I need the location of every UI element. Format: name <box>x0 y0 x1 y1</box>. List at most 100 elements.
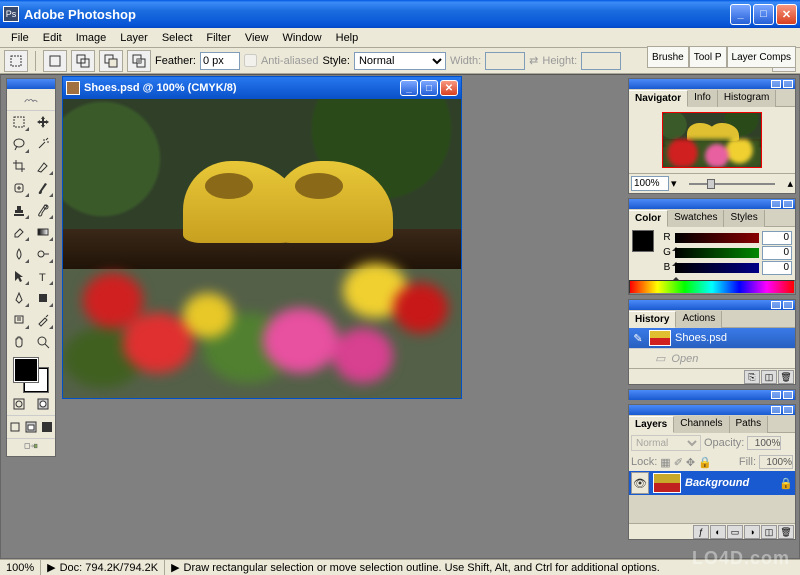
r-slider[interactable] <box>675 233 759 243</box>
dock-brushes-tab[interactable]: Brushe <box>647 46 689 68</box>
move-tool-icon[interactable] <box>31 111 55 133</box>
tab-channels[interactable]: Channels <box>674 416 729 433</box>
history-brush-tool-icon[interactable] <box>31 199 55 221</box>
menu-edit[interactable]: Edit <box>36 30 69 46</box>
layer-name[interactable]: Background <box>685 477 749 489</box>
status-docinfo[interactable]: ▶Doc: 794.2K/794.2K <box>41 560 165 575</box>
r-value-input[interactable] <box>762 231 792 245</box>
healing-tool-icon[interactable] <box>7 177 31 199</box>
trash-icon[interactable]: 🗑 <box>778 370 794 384</box>
doc-maximize-button[interactable]: □ <box>420 80 438 96</box>
imageready-jump-icon[interactable] <box>24 439 38 456</box>
quickmask-on-icon[interactable] <box>31 393 55 415</box>
zoom-out-icon[interactable]: ▾ <box>671 177 677 190</box>
menu-image[interactable]: Image <box>69 30 114 46</box>
tab-paths[interactable]: Paths <box>730 416 769 433</box>
menu-file[interactable]: File <box>4 30 36 46</box>
shape-tool-icon[interactable] <box>31 287 55 309</box>
b-slider[interactable] <box>675 263 759 273</box>
marquee-preset-icon[interactable] <box>4 50 28 72</box>
layer-mask-icon[interactable]: ◐ <box>710 525 726 539</box>
lock-all-icon[interactable]: 🔒 <box>698 456 712 469</box>
panel-minimize-icon[interactable] <box>771 391 781 399</box>
panel-close-icon[interactable] <box>783 80 793 88</box>
lasso-tool-icon[interactable] <box>7 133 31 155</box>
history-brush-source-icon[interactable]: ✎ <box>631 332 645 345</box>
g-value-input[interactable] <box>762 246 792 260</box>
tab-navigator[interactable]: Navigator <box>629 90 688 107</box>
wand-tool-icon[interactable] <box>31 133 55 155</box>
panel-minimize-icon[interactable] <box>771 406 781 414</box>
new-snapshot-icon[interactable]: ◫ <box>761 370 777 384</box>
delete-layer-icon[interactable]: 🗑 <box>778 525 794 539</box>
doc-close-button[interactable]: ✕ <box>440 80 458 96</box>
layer-row-background[interactable]: 👁 Background 🔒 <box>629 471 795 495</box>
document-titlebar[interactable]: Shoes.psd @ 100% (CMYK/8) _ □ ✕ <box>63 77 461 99</box>
menu-window[interactable]: Window <box>276 30 329 46</box>
path-select-tool-icon[interactable] <box>7 265 31 287</box>
panel-minimize-icon[interactable] <box>771 200 781 208</box>
tab-swatches[interactable]: Swatches <box>668 210 724 227</box>
layer-visibility-icon[interactable]: 👁 <box>631 472 649 494</box>
new-layer-icon[interactable]: ◫ <box>761 525 777 539</box>
zoom-in-icon[interactable]: ▴ <box>787 177 793 190</box>
tab-history[interactable]: History <box>629 311 676 328</box>
new-set-icon[interactable]: ▭ <box>727 525 743 539</box>
maximize-button[interactable]: □ <box>753 4 774 25</box>
history-state-row[interactable]: ▭ Open <box>629 348 795 368</box>
gradient-tool-icon[interactable] <box>31 221 55 243</box>
lock-paint-icon[interactable]: ✐ <box>674 456 683 469</box>
b-value-input[interactable] <box>762 261 792 275</box>
doc-minimize-button[interactable]: _ <box>400 80 418 96</box>
style-select[interactable]: Normal <box>354 52 446 70</box>
status-zoom[interactable]: 100% <box>0 560 41 575</box>
lock-move-icon[interactable]: ✥ <box>686 456 695 469</box>
tab-actions[interactable]: Actions <box>676 311 722 328</box>
menu-filter[interactable]: Filter <box>199 30 237 46</box>
tab-histogram[interactable]: Histogram <box>718 90 777 107</box>
panel-close-icon[interactable] <box>783 391 793 399</box>
zoom-tool-icon[interactable] <box>31 331 55 353</box>
eraser-tool-icon[interactable] <box>7 221 31 243</box>
color-ramp[interactable] <box>629 280 795 294</box>
dodge-tool-icon[interactable] <box>31 243 55 265</box>
layer-thumbnail[interactable] <box>653 473 681 493</box>
navigator-zoom-slider[interactable] <box>679 179 786 189</box>
panel-close-icon[interactable] <box>783 200 793 208</box>
docinfo-menu-icon[interactable]: ▶ <box>47 561 55 574</box>
panel-minimize-icon[interactable] <box>771 80 781 88</box>
lock-transparent-icon[interactable]: ▦ <box>660 456 670 469</box>
feather-input[interactable] <box>200 52 240 70</box>
screenmode-full-icon[interactable] <box>39 416 55 438</box>
g-slider[interactable] <box>675 248 759 258</box>
panel-close-icon[interactable] <box>783 406 793 414</box>
quickmask-off-icon[interactable] <box>7 393 31 415</box>
color-picker[interactable] <box>7 353 55 393</box>
type-tool-icon[interactable]: T <box>31 265 55 287</box>
close-button[interactable]: ✕ <box>776 4 797 25</box>
marquee-tool-icon[interactable] <box>7 111 31 133</box>
foreground-color-swatch[interactable] <box>13 357 39 383</box>
pen-tool-icon[interactable] <box>7 287 31 309</box>
panel-minimize-icon[interactable] <box>771 301 781 309</box>
hand-tool-icon[interactable] <box>7 331 31 353</box>
dock-layercomps-tab[interactable]: Layer Comps <box>727 46 796 68</box>
navigator-thumbnail[interactable] <box>662 112 762 168</box>
tab-layers[interactable]: Layers <box>629 416 674 433</box>
selection-new-icon[interactable] <box>43 50 67 72</box>
panel-close-icon[interactable] <box>783 301 793 309</box>
selection-subtract-icon[interactable] <box>99 50 123 72</box>
notes-tool-icon[interactable] <box>7 309 31 331</box>
menu-layer[interactable]: Layer <box>113 30 155 46</box>
stamp-tool-icon[interactable] <box>7 199 31 221</box>
tab-color[interactable]: Color <box>629 210 668 227</box>
navigator-zoom-input[interactable] <box>631 176 669 191</box>
tab-info[interactable]: Info <box>688 90 718 107</box>
menu-view[interactable]: View <box>238 30 276 46</box>
eyedropper-tool-icon[interactable] <box>31 309 55 331</box>
blur-tool-icon[interactable] <box>7 243 31 265</box>
screenmode-standard-icon[interactable] <box>7 416 23 438</box>
menu-help[interactable]: Help <box>329 30 366 46</box>
slice-tool-icon[interactable] <box>31 155 55 177</box>
history-snapshot-row[interactable]: ✎ Shoes.psd <box>629 328 795 348</box>
